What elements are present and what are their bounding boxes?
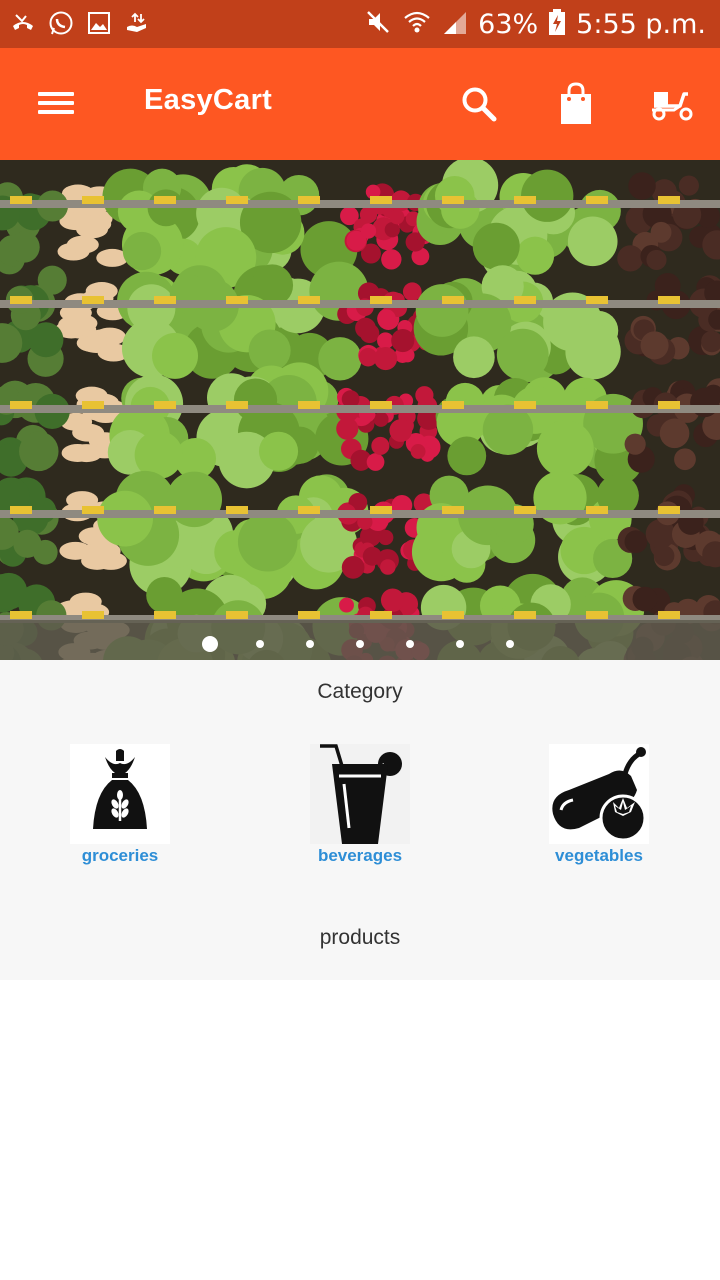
- carousel-indicators: [0, 636, 720, 652]
- eggplant-tomato-icon: [552, 747, 647, 842]
- category-vegetables[interactable]: vegetables: [514, 744, 684, 866]
- category-label: vegetables: [555, 846, 643, 865]
- clock: 5:55 p.m.: [576, 8, 706, 40]
- produce-shelf-image: [0, 160, 720, 660]
- drink-glass-icon: [320, 744, 402, 844]
- status-bar: 63% 5:55 p.m.: [0, 0, 720, 48]
- hamburger-line: [38, 101, 74, 105]
- products-heading: products: [319, 926, 401, 949]
- menu-button[interactable]: [36, 86, 76, 118]
- carousel-dot[interactable]: [456, 640, 464, 648]
- carousel-dot[interactable]: [356, 640, 364, 648]
- signal-icon: [442, 8, 468, 41]
- search-button[interactable]: [457, 82, 501, 126]
- battery-charging-icon: [548, 8, 566, 41]
- category-label: groceries: [81, 846, 159, 865]
- hamburger-icon: [38, 92, 74, 96]
- category-image: [310, 744, 410, 844]
- hamburger-line: [38, 110, 74, 114]
- mute-icon: [364, 8, 392, 41]
- carousel-dot[interactable]: [256, 640, 264, 648]
- search-icon: [462, 87, 497, 122]
- cart-button[interactable]: [554, 82, 598, 126]
- whatsapp-icon: [48, 10, 74, 36]
- shopping-bag-icon: [561, 82, 591, 124]
- wifi-icon: [402, 8, 432, 41]
- hero-carousel[interactable]: [0, 160, 720, 660]
- carousel-dot[interactable]: [202, 636, 218, 652]
- delivery-button[interactable]: [650, 82, 694, 126]
- products-list: [0, 980, 720, 1280]
- battery-percent: 63%: [478, 8, 539, 40]
- category-heading: Category: [317, 680, 403, 703]
- data-transfer-icon: [124, 10, 150, 36]
- carousel-dot[interactable]: [306, 640, 314, 648]
- gallery-icon: [86, 10, 112, 36]
- carousel-dot[interactable]: [406, 640, 414, 648]
- app-title: EasyCart: [144, 84, 273, 116]
- delivery-scooter-icon: [652, 92, 693, 121]
- carousel-dot[interactable]: [506, 640, 514, 648]
- grain-bag-icon: [93, 749, 147, 829]
- notification-icons: [10, 10, 150, 36]
- category-beverages[interactable]: beverages: [275, 744, 445, 866]
- category-label: beverages: [317, 846, 403, 865]
- category-image: [70, 744, 170, 844]
- system-indicators: 63% 5:55 p.m.: [364, 6, 706, 42]
- missed-call-icon: [10, 10, 36, 36]
- category-image: [549, 744, 649, 844]
- app-bar: EasyCart: [0, 48, 720, 160]
- category-groceries[interactable]: groceries: [35, 744, 205, 866]
